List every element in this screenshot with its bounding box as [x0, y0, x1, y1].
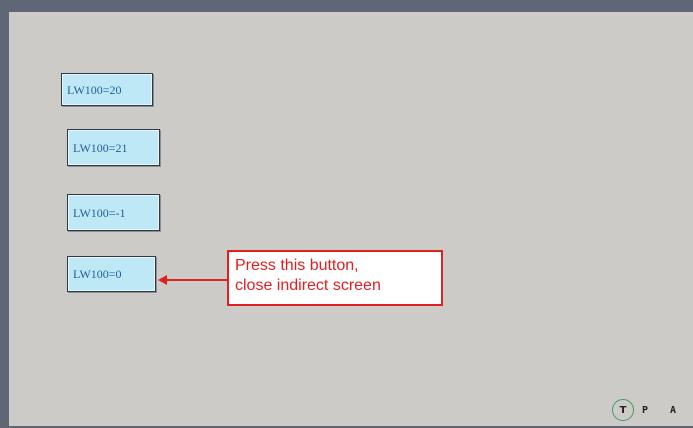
button-label: LW100=20 — [67, 82, 122, 97]
annotation-callout: Press this button, close indirect screen — [227, 250, 443, 306]
status-p-indicator[interactable]: P — [642, 399, 648, 421]
callout-line-2: close indirect screen — [235, 277, 381, 294]
status-t-indicator[interactable]: T — [612, 399, 634, 421]
set-lw100-21-button[interactable]: LW100=21 — [67, 129, 160, 166]
button-label: LW100=0 — [73, 267, 122, 281]
set-lw100-20-button[interactable]: LW100=20 — [61, 73, 153, 106]
callout-line-1: Press this button, — [235, 257, 359, 274]
set-lw100-0-button[interactable]: LW100=0 — [67, 256, 156, 292]
button-label: LW100=21 — [73, 140, 128, 155]
callout-arrow-icon — [158, 275, 227, 285]
status-indicators: T P A — [612, 399, 692, 421]
status-a-indicator[interactable]: A — [670, 399, 676, 421]
button-label: LW100=-1 — [73, 205, 126, 220]
set-lw100-minus1-button[interactable]: LW100=-1 — [67, 194, 160, 231]
